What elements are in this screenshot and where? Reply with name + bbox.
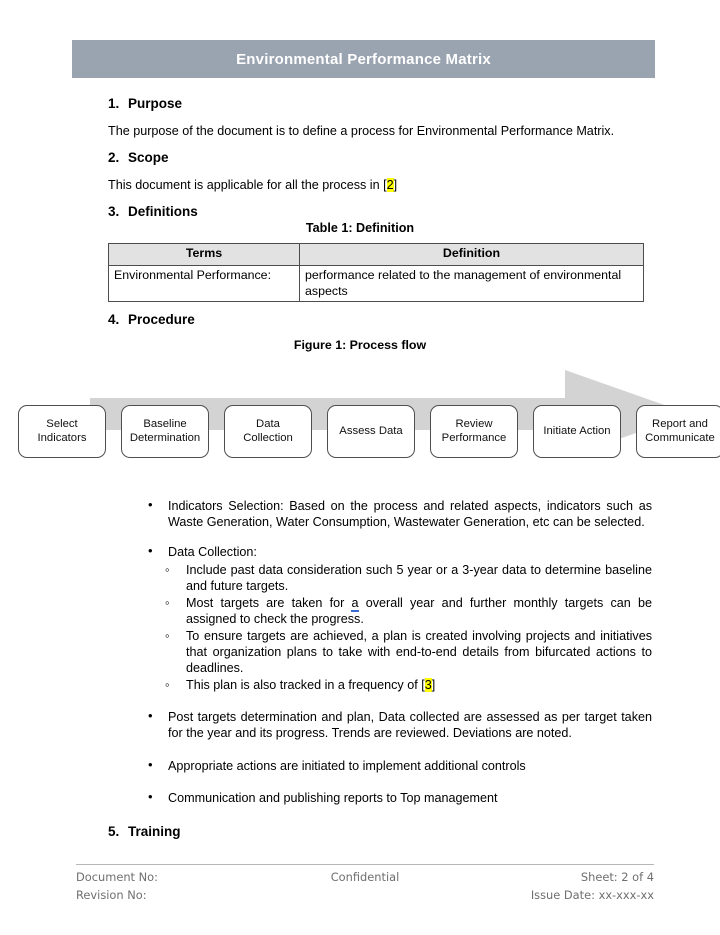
table-header-definition: Definition	[299, 243, 644, 266]
sub-bullet-text-before: This plan is also tracked in a frequency…	[186, 677, 425, 692]
bullet-data-collection-label: Data Collection:	[168, 544, 257, 559]
table-row: Environmental Performance: performance r…	[108, 265, 644, 302]
footer-document-no: Document No:	[76, 870, 158, 884]
figure-caption: Figure 1: Process flow	[293, 338, 427, 352]
heading-procedure-title: Procedure	[128, 312, 195, 327]
heading-scope: 2. Scope	[108, 150, 169, 165]
process-step-label: Review Performance	[441, 418, 507, 444]
heading-procedure: 4. Procedure	[108, 312, 195, 327]
spellcheck-word: a	[351, 595, 359, 612]
process-step-baseline-determination[interactable]: Baseline Determination	[121, 405, 209, 458]
page-title: Environmental Performance Matrix	[236, 50, 491, 68]
process-flow-steps: Select Indicators Baseline Determination D…	[18, 405, 720, 458]
procedure-bullet-list: Indicators Selection: Based on the proce…	[140, 497, 652, 819]
bullet-post-targets: Post targets determination and plan, Dat…	[140, 708, 652, 742]
heading-procedure-number: 4.	[108, 312, 120, 327]
footer-confidential: Confidential	[330, 870, 400, 884]
scope-highlight-placeholder: 2	[386, 178, 394, 192]
heading-definitions: 3. Definitions	[108, 204, 198, 219]
footer-row-bottom: Revision No: Issue Date: xx-xxx-xx	[76, 887, 654, 905]
document-title-banner: Environmental Performance Matrix	[72, 40, 655, 78]
bullet-indicators-selection: Indicators Selection: Based on the proce…	[140, 497, 652, 531]
definition-table: Terms Definition Environmental Performan…	[108, 243, 644, 302]
bullet-communication: Communication and publishing reports to …	[140, 789, 652, 806]
table-header-row: Terms Definition	[108, 243, 644, 266]
footer-row-top: Document No: Confidential Sheet: 2 of 4	[76, 869, 654, 887]
heading-scope-number: 2.	[108, 150, 120, 165]
heading-purpose-number: 1.	[108, 96, 120, 111]
sub-bullet-plan-tracked: This plan is also tracked in a frequency…	[140, 677, 652, 694]
heading-definitions-number: 3.	[108, 204, 120, 219]
scope-text-before: This document is applicable for all the …	[108, 178, 387, 192]
table-cell-definition: performance related to the management of…	[299, 265, 644, 302]
document-page: Environmental Performance Matrix 1. Purpo…	[0, 0, 720, 935]
process-step-label: Initiate Action	[543, 424, 611, 437]
sub-bullet-most-targets: Most targets are taken for a overall yea…	[140, 595, 652, 628]
footer-sheet-number: Sheet: 2 of 4	[580, 870, 654, 884]
heading-scope-title: Scope	[128, 150, 169, 165]
process-step-label: Select Indicators	[37, 418, 87, 444]
process-step-initiate-action[interactable]: Initiate Action	[533, 405, 621, 458]
bullet-data-collection: Data Collection:	[140, 543, 652, 560]
table-caption: Table 1: Definition	[305, 221, 415, 235]
process-step-label: Report and Communicate	[645, 418, 715, 444]
footer-issue-date: Issue Date: xx-xxx-xx	[530, 887, 654, 902]
process-flow-figure: Select Indicators Baseline Determination D…	[18, 362, 720, 466]
process-step-label: Baseline Determination	[129, 418, 201, 444]
frequency-highlight-placeholder: 3	[424, 677, 432, 692]
process-step-assess-data[interactable]: Assess Data	[327, 405, 415, 458]
process-step-data-collection[interactable]: Data Collection	[224, 405, 312, 458]
table-header-terms: Terms	[108, 243, 300, 266]
data-collection-sublist: Include past data consideration such 5 y…	[140, 562, 652, 694]
sub-bullet-text-after: ]	[431, 677, 436, 692]
sub-bullet-past-data: Include past data consideration such 5 y…	[140, 562, 652, 595]
heading-purpose: 1. Purpose	[108, 96, 182, 111]
heading-purpose-title: Purpose	[128, 96, 183, 111]
page-footer: Document No: Confidential Sheet: 2 of 4 …	[76, 869, 654, 904]
footer-divider	[76, 864, 654, 865]
heading-training: 5. Training	[108, 824, 181, 839]
heading-definitions-title: Definitions	[128, 204, 198, 219]
paragraph-scope: This document is applicable for all the …	[108, 177, 653, 194]
footer-revision-no: Revision No:	[76, 887, 147, 902]
process-step-review-performance[interactable]: Review Performance	[430, 405, 518, 458]
process-step-report-and-communicate[interactable]: Report and Communicate	[636, 405, 720, 458]
scope-text-after: ]	[393, 178, 398, 192]
process-step-select-indicators[interactable]: Select Indicators	[18, 405, 106, 458]
table-cell-term: Environmental Performance:	[108, 265, 300, 302]
sub-bullet-text-before: Most targets are taken for	[186, 595, 352, 610]
process-step-label: Data Collection	[243, 418, 293, 444]
sub-bullet-ensure-targets: To ensure targets are achieved, a plan i…	[140, 628, 652, 677]
paragraph-purpose: The purpose of the document is to define…	[108, 124, 615, 138]
process-step-label: Assess Data	[339, 424, 403, 437]
heading-training-number: 5.	[108, 824, 120, 839]
bullet-appropriate-actions: Appropriate actions are initiated to imp…	[140, 757, 652, 774]
heading-training-title: Training	[128, 824, 181, 839]
